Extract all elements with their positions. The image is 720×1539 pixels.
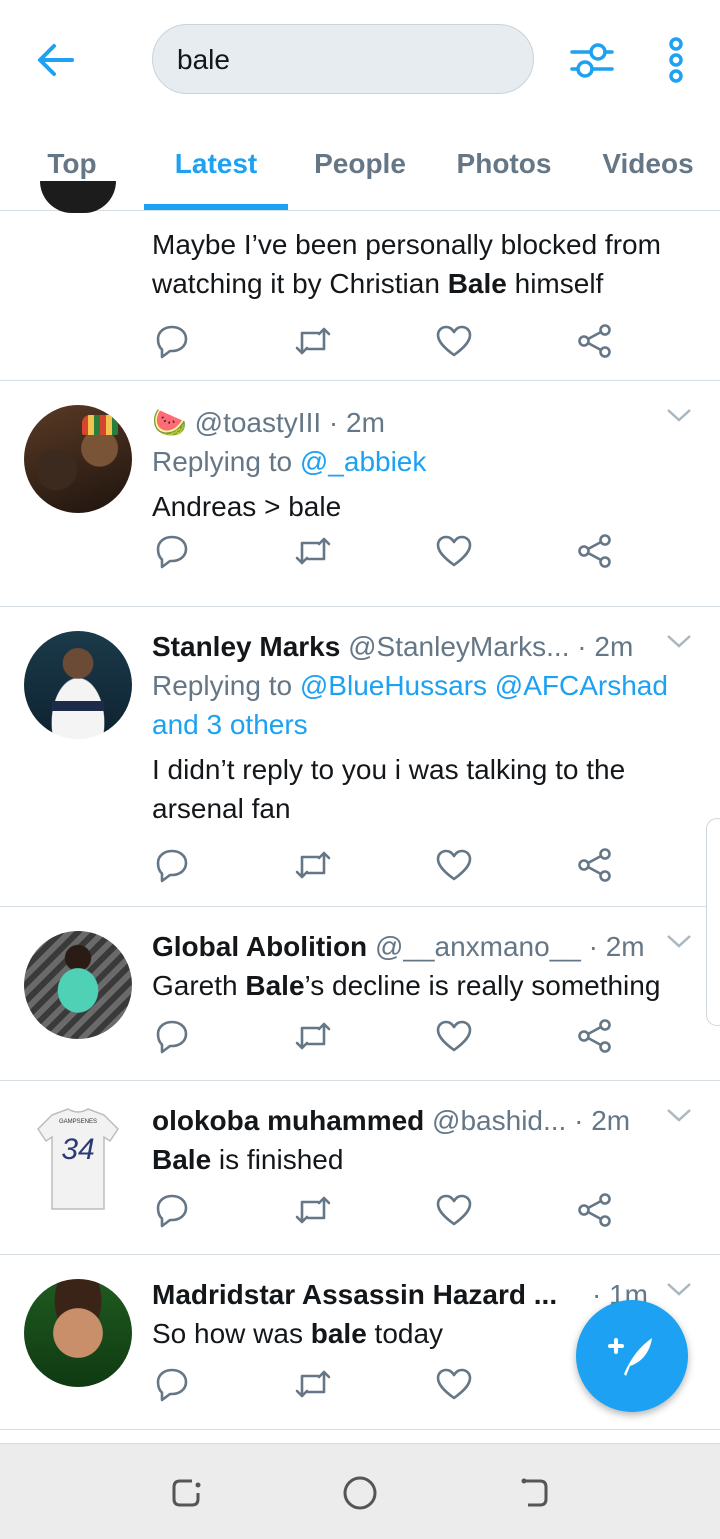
avatar[interactable]: [24, 1279, 132, 1387]
tweet-handle[interactable]: @bashid...: [432, 1105, 566, 1136]
avatar[interactable]: [24, 931, 132, 1039]
reply-icon[interactable]: [152, 321, 192, 361]
replying-to: Replying to @_abbiek: [152, 446, 427, 477]
home-icon[interactable]: [330, 1468, 390, 1518]
tweet-header: Global Abolition @__anxmano__ · 2m: [152, 927, 696, 966]
tweet-handle[interactable]: @__anxmano__: [375, 931, 581, 962]
tweet-author-name[interactable]: Stanley Marks: [152, 631, 340, 662]
tweet-feed[interactable]: Maybe I’ve been personally blocked from …: [0, 181, 720, 1430]
active-tab-indicator: [144, 204, 288, 210]
like-icon[interactable]: [434, 531, 474, 571]
tweet-actions: [152, 845, 622, 885]
chevron-down-icon[interactable]: [666, 1279, 692, 1299]
tab-people[interactable]: People: [288, 128, 432, 210]
tweet-actions: [152, 321, 622, 361]
tweet-text: watching it by Christian Bale himself: [152, 268, 604, 299]
jersey-image: GAMPSENES 34: [37, 1108, 119, 1210]
tweet-handle[interactable]: @StanleyMarks...: [348, 631, 569, 662]
share-icon[interactable]: [575, 321, 615, 361]
reply-icon[interactable]: [152, 531, 192, 571]
chevron-down-icon[interactable]: [666, 631, 692, 651]
retweet-icon[interactable]: [293, 531, 333, 571]
tweet-time: · 2m: [574, 1105, 631, 1136]
compose-tweet-icon: [608, 1338, 652, 1376]
tweet-time: · 2m: [588, 931, 645, 962]
tweet-author-name[interactable]: Global Abolition: [152, 931, 367, 962]
edge-panel-handle[interactable]: [706, 818, 720, 1026]
tweet-text: Bale is finished: [152, 1144, 344, 1175]
search-box[interactable]: [152, 24, 534, 95]
tweet-author-name[interactable]: olokoba muhammed: [152, 1105, 424, 1136]
like-icon[interactable]: [434, 1190, 474, 1230]
compose-tweet-button[interactable]: [576, 1300, 688, 1412]
retweet-icon[interactable]: [293, 1016, 333, 1056]
more-vert-icon[interactable]: [654, 34, 698, 86]
tweet-text: I didn’t reply to you i was talking to t…: [152, 754, 626, 785]
system-nav-bar: [0, 1443, 720, 1539]
tweet-text: Andreas > bale: [152, 491, 342, 522]
avatar[interactable]: GAMPSENES 34: [24, 1105, 132, 1213]
reply-icon[interactable]: [152, 1364, 192, 1404]
svg-text:GAMPSENES: GAMPSENES: [59, 1119, 97, 1125]
tab-latest[interactable]: Latest: [144, 128, 288, 210]
chevron-down-icon[interactable]: [666, 1105, 692, 1125]
tweet-actions: [152, 531, 622, 571]
tweet-actions: [152, 1016, 622, 1056]
avatar[interactable]: [24, 405, 132, 513]
mention-more-link[interactable]: and 3 others: [152, 705, 696, 744]
tweet-time: · 2m: [577, 631, 634, 662]
tab-photos[interactable]: Photos: [432, 128, 576, 210]
tweet-header: olokoba muhammed @bashid... · 2m: [152, 1101, 696, 1140]
tweet-handle[interactable]: @toastyIII: [195, 407, 321, 438]
tab-videos[interactable]: Videos: [576, 128, 720, 210]
tweet-text: Gareth Bale’s decline is really somethin…: [152, 970, 661, 1001]
filter-icon[interactable]: [566, 36, 618, 84]
search-input[interactable]: [175, 25, 519, 95]
tweet-actions: [152, 1190, 622, 1230]
tweet[interactable]: Maybe I’ve been personally blocked from …: [0, 181, 720, 381]
retweet-icon[interactable]: [293, 845, 333, 885]
retweet-icon[interactable]: [293, 321, 333, 361]
tweet-header: 🍉 @toastyIII · 2m: [152, 403, 696, 442]
tweet-author-name[interactable]: Madridstar Assassin Hazard ...: [152, 1279, 557, 1310]
replying-to: Replying to @BlueHussars @AFCArshad: [152, 670, 668, 701]
reply-icon[interactable]: [152, 1016, 192, 1056]
top-bar: [0, 0, 720, 120]
recent-apps-icon[interactable]: [156, 1468, 216, 1518]
tweet-header: Stanley Marks @StanleyMarks... · 2m: [152, 627, 696, 666]
watermelon-emoji: 🍉: [152, 407, 187, 438]
mention-link[interactable]: @_abbiek: [300, 446, 427, 477]
like-icon[interactable]: [434, 845, 474, 885]
reply-icon[interactable]: [152, 1190, 192, 1230]
svg-text:34: 34: [61, 1133, 94, 1166]
like-icon[interactable]: [434, 1016, 474, 1056]
tweet-actions: [152, 1364, 622, 1404]
tweet-text: arsenal fan: [152, 793, 291, 824]
retweet-icon[interactable]: [293, 1190, 333, 1230]
reply-icon[interactable]: [152, 845, 192, 885]
tweet[interactable]: GAMPSENES 34 olokoba muhammed @bashid...…: [0, 1081, 720, 1255]
back-nav-icon[interactable]: [504, 1468, 564, 1518]
retweet-icon[interactable]: [293, 1364, 333, 1404]
share-icon[interactable]: [575, 1190, 615, 1230]
share-icon[interactable]: [575, 845, 615, 885]
tweet[interactable]: 🍉 @toastyIII · 2m Replying to @_abbiek A…: [0, 381, 720, 607]
share-icon[interactable]: [575, 531, 615, 571]
like-icon[interactable]: [434, 321, 474, 361]
tweet[interactable]: Stanley Marks @StanleyMarks... · 2m Repl…: [0, 607, 720, 907]
mention-link[interactable]: @BlueHussars @AFCArshad: [300, 670, 668, 701]
tweet[interactable]: Global Abolition @__anxmano__ · 2m Garet…: [0, 907, 720, 1081]
chevron-down-icon[interactable]: [666, 931, 692, 951]
chevron-down-icon[interactable]: [666, 405, 692, 425]
tweet-time: · 2m: [328, 407, 385, 438]
like-icon[interactable]: [434, 1364, 474, 1404]
tweet-text: Maybe I’ve been personally blocked from: [152, 229, 661, 260]
share-icon[interactable]: [575, 1016, 615, 1056]
back-arrow-icon[interactable]: [30, 36, 82, 84]
avatar[interactable]: [24, 631, 132, 739]
